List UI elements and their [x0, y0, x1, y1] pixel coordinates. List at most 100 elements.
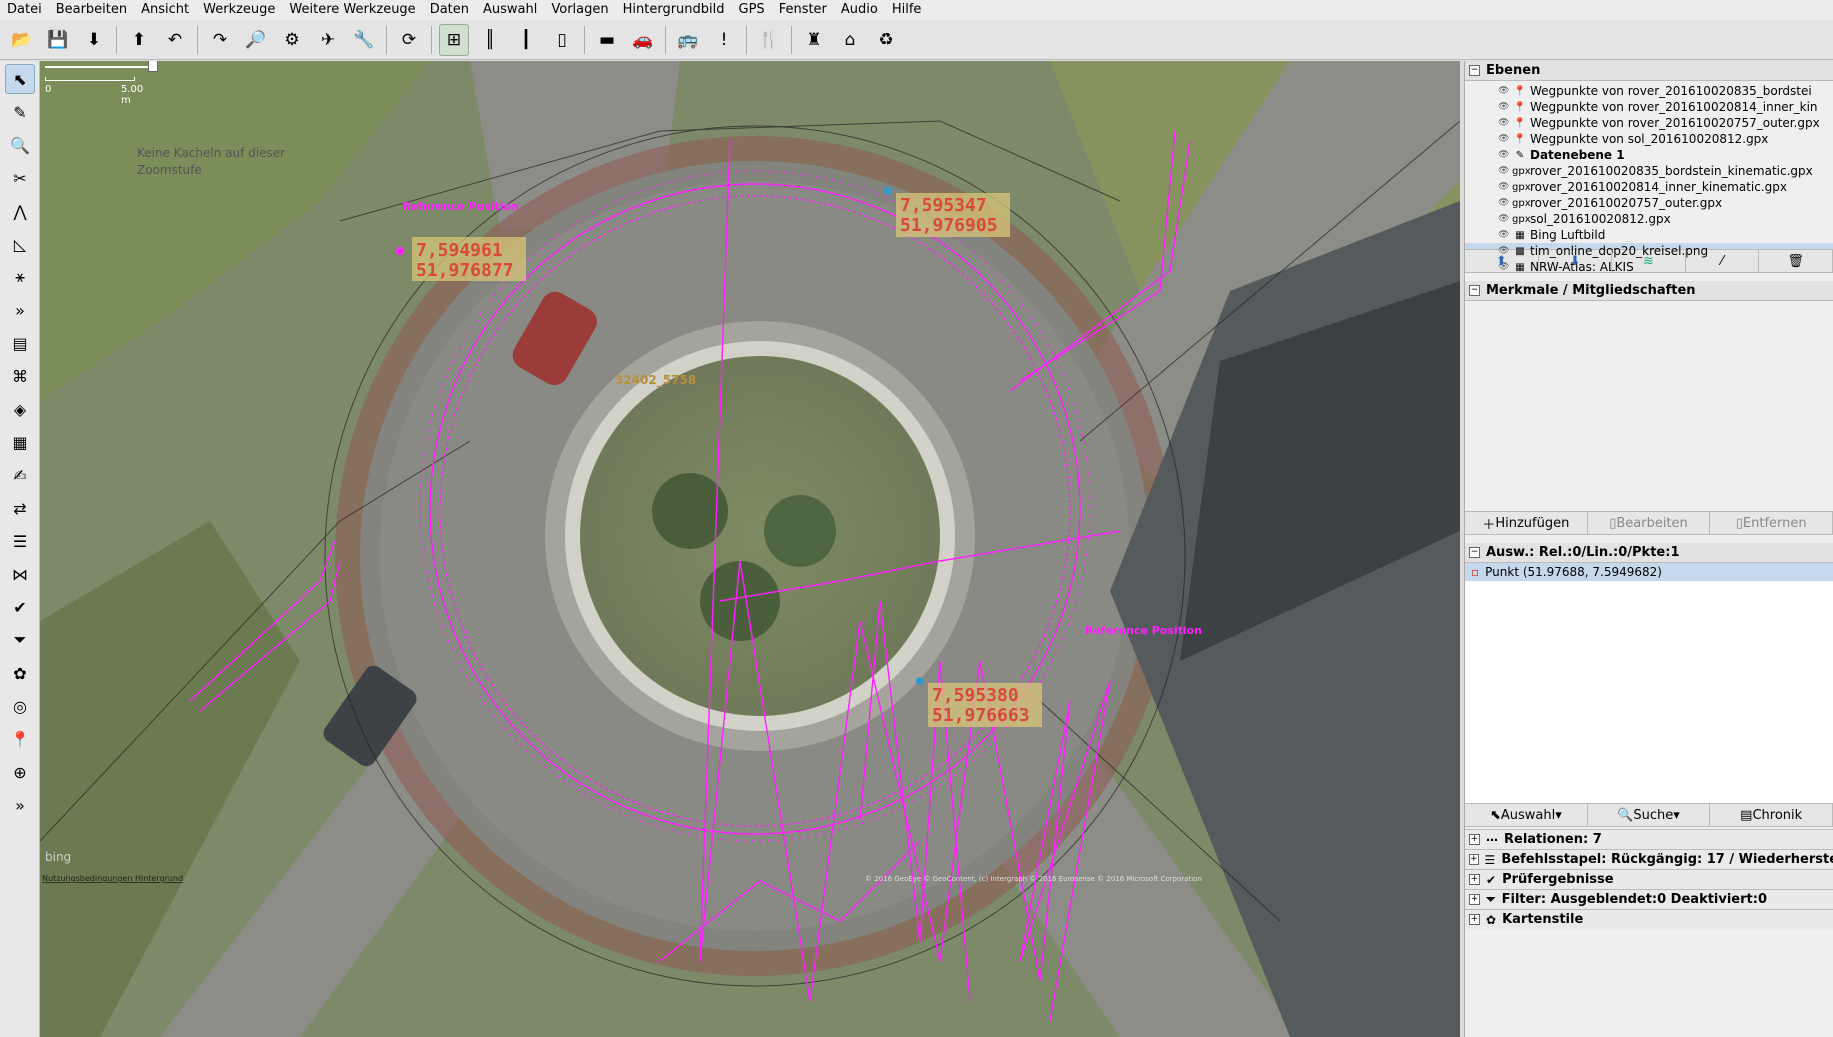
expand-icon[interactable]: + [1469, 834, 1480, 845]
menu-item-12[interactable]: Hilfe [885, 0, 929, 20]
visibility-eye-icon[interactable]: 👁 [1498, 230, 1512, 240]
wrench-icon[interactable]: 🔧 [349, 24, 379, 56]
visibility-eye-icon[interactable]: 👁 [1498, 182, 1512, 192]
terms-link[interactable]: Nutzungsbedingungen Hintergrund [42, 874, 183, 883]
connect-icon[interactable]: ⋈ [5, 559, 35, 589]
zoom-tool-icon[interactable]: 🔍 [5, 130, 35, 160]
menu-item-9[interactable]: GPS [732, 0, 772, 20]
expand-icon[interactable]: + [1469, 894, 1480, 905]
visibility-eye-icon[interactable]: 👁 [1498, 166, 1512, 176]
road-icon[interactable]: ║ [475, 24, 505, 56]
parallel-tool-icon[interactable]: ◺ [5, 229, 35, 259]
menu-item-6[interactable]: Auswahl [476, 0, 544, 20]
industry-icon[interactable]: ⌂ [835, 24, 865, 56]
layer-item[interactable]: 👁 📍 Wegpunkte von rover_201610020814_inner… [1465, 99, 1833, 115]
visibility-eye-icon[interactable]: 👁 [1498, 198, 1512, 208]
layer-item[interactable]: 👁 gpx rover_201610020814_inner_kinematic.g… [1465, 179, 1833, 195]
visibility-eye-icon[interactable]: 👁 [1498, 86, 1512, 96]
conflict-icon[interactable]: ⇄ [5, 493, 35, 523]
zoom-slider[interactable] [45, 61, 158, 72]
collapse-icon[interactable]: − [1469, 547, 1480, 558]
panel-filter[interactable]: + ⏷ Filter: Ausgeblendet:0 Deaktiviert:0 [1465, 889, 1833, 909]
draw-tool-icon[interactable]: ✎ [5, 97, 35, 127]
relation-list-icon[interactable]: ◈ [5, 394, 35, 424]
waypoint-marker-2[interactable] [884, 187, 892, 195]
refresh-icon[interactable]: ⟳ [394, 24, 424, 56]
map-paint-icon[interactable]: ◎ [5, 691, 35, 721]
move-up-icon[interactable]: ⬆ [1465, 250, 1539, 272]
search-button[interactable]: 🔍 Suche ▾ [1588, 804, 1711, 826]
menu-item-11[interactable]: Audio [834, 0, 885, 20]
menu-item-2[interactable]: Ansicht [134, 0, 196, 20]
layer-item[interactable]: 👁 📍 Wegpunkte von sol_201610020812.gpx [1465, 131, 1833, 147]
move-down-icon[interactable]: ⬇ [1539, 250, 1613, 272]
remove-tag-button[interactable]: ▯ Entfernen [1710, 512, 1833, 534]
command-stack-icon[interactable]: ☰ [5, 526, 35, 556]
zoom-slider-handle[interactable] [148, 61, 158, 72]
tags-icon[interactable]: ⌘ [5, 361, 35, 391]
undo-icon[interactable]: ↶ [160, 24, 190, 56]
selection-list-icon[interactable]: ▦ [5, 427, 35, 457]
collapse-icon[interactable]: − [1469, 65, 1480, 76]
menu-item-7[interactable]: Vorlagen [544, 0, 615, 20]
traffic-light-icon[interactable]: ▯ [547, 24, 577, 56]
imagery-adjust-icon[interactable]: ✿ [5, 658, 35, 688]
more-tools-icon[interactable]: » [5, 295, 35, 325]
car-icon[interactable]: 🚗 [628, 24, 658, 56]
layer-item[interactable]: 👁 gpx rover_201610020835_bordstein_kinemat… [1465, 163, 1833, 179]
edit-tag-button[interactable]: ▯ Bearbeiten [1588, 512, 1711, 534]
recycle-icon[interactable]: ♻ [871, 24, 901, 56]
selection-panel-header[interactable]: − Ausw.: Rel.:0/Lin.:0/Pkte:1 [1465, 543, 1833, 563]
panel-command-stack[interactable]: + ☰ Befehlsstapel: Rückgängig: 17 / Wieder… [1465, 849, 1833, 869]
redo-icon[interactable]: ↷ [205, 24, 235, 56]
warning-icon[interactable]: ! [709, 24, 739, 56]
expand-icon[interactable]: + [1469, 874, 1480, 885]
menu-item-4[interactable]: Weitere Werkzeuge [282, 0, 422, 20]
visibility-eye-icon[interactable]: 👁 [1498, 214, 1512, 224]
history-button[interactable]: ▤ Chronik [1710, 804, 1833, 826]
visibility-eye-icon[interactable]: 👁 [1498, 134, 1512, 144]
expand-icon[interactable]: + [1469, 914, 1480, 925]
menu-item-5[interactable]: Daten [423, 0, 476, 20]
open-icon[interactable]: 📂 [7, 24, 37, 56]
map-nodes-icon[interactable]: ⊞ [439, 23, 469, 56]
menu-item-8[interactable]: Hintergrundbild [616, 0, 732, 20]
menu-item-1[interactable]: Bearbeiten [49, 0, 134, 20]
preferences-icon[interactable]: ⚙ [277, 24, 307, 56]
expand-icon[interactable]: + [1469, 854, 1479, 865]
aerial-map[interactable]: Keine Kacheln auf dieser Zoomstufe 32402… [40, 61, 1460, 1037]
visibility-eye-icon[interactable]: 👁 [1498, 118, 1512, 128]
zoom-preview-icon[interactable]: 🔎 [241, 24, 271, 56]
layers-panel-header[interactable]: − Ebenen [1465, 61, 1833, 81]
menu-item-10[interactable]: Fenster [772, 0, 834, 20]
improve-way-icon[interactable]: ⋀ [5, 196, 35, 226]
layer-item[interactable]: 👁 ▦ Bing Luftbild [1465, 227, 1833, 243]
delete-tool-icon[interactable]: ✂ [5, 163, 35, 193]
panel-validator[interactable]: + ✔ Prüfergebnisse [1465, 869, 1833, 889]
select-button[interactable]: ⬉ Auswahl ▾ [1465, 804, 1588, 826]
panel-relation[interactable]: + ⋯ Relationen: 7 [1465, 829, 1833, 849]
merge-layers-icon[interactable]: ≋ [1612, 250, 1686, 272]
barrier-icon[interactable]: ▬ [592, 24, 622, 56]
opacity-icon[interactable]: ⁄ [1686, 250, 1760, 272]
road-black-icon[interactable]: ┃ [511, 24, 541, 56]
layer-item[interactable]: 👁 ✎ Datenebene 1 [1465, 147, 1833, 163]
gps-icon[interactable]: ⊕ [5, 757, 35, 787]
plugin-icon[interactable]: ✈ [313, 24, 343, 56]
visibility-eye-icon[interactable]: 👁 [1498, 102, 1512, 112]
more-panels-icon[interactable]: » [5, 790, 35, 820]
upload-icon[interactable]: ⬆ [124, 24, 154, 56]
properties-panel-header[interactable]: − Merkmale / Mitgliedschaften [1465, 281, 1833, 301]
restaurant-icon[interactable]: 🍴 [754, 24, 784, 56]
select-tool-icon[interactable]: ⬉ [5, 64, 35, 94]
waypoint-marker-3[interactable] [916, 677, 924, 685]
castle-icon[interactable]: ♜ [799, 24, 829, 56]
filter-icon[interactable]: ⏷ [5, 625, 35, 655]
menu-item-0[interactable]: Datei [0, 0, 49, 20]
selection-item[interactable]: ▫ Punkt (51.97688, 7.5949682) [1465, 563, 1833, 581]
map-view[interactable]: Keine Kacheln auf dieser Zoomstufe 32402… [40, 61, 1460, 1037]
visibility-eye-icon[interactable]: 👁 [1498, 150, 1512, 160]
menu-item-3[interactable]: Werkzeuge [196, 0, 282, 20]
waypoint-marker-1[interactable] [396, 247, 404, 255]
user-list-icon[interactable]: ✍ [5, 460, 35, 490]
